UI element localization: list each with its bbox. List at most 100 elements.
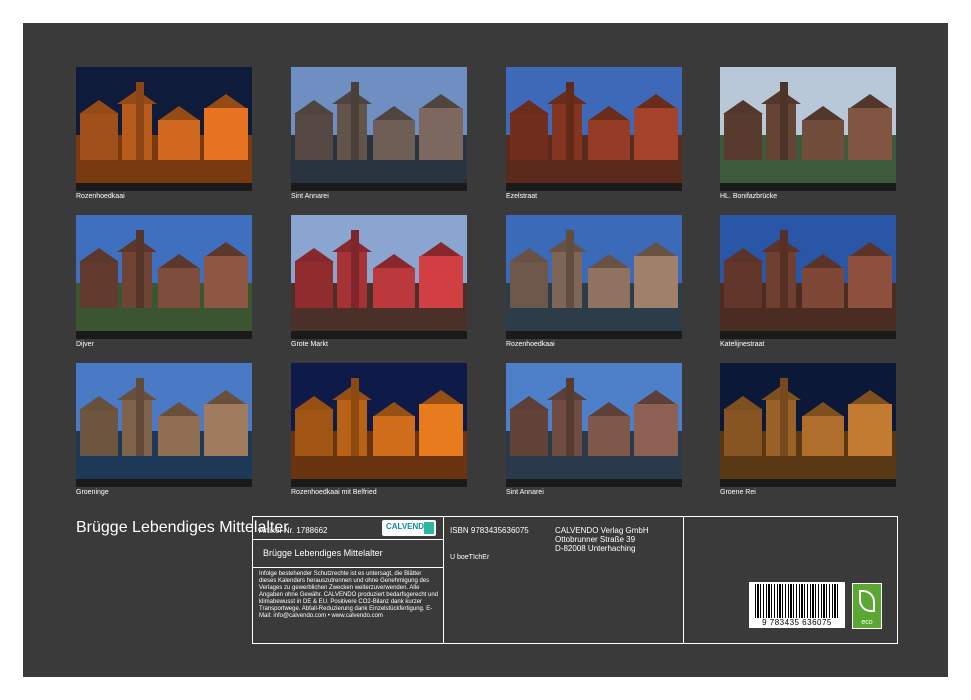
- photo-roof: [374, 254, 414, 268]
- photo-roof: [206, 242, 246, 256]
- photo-building: [295, 262, 333, 308]
- photo-roof: [636, 242, 676, 256]
- photo-caption: Rozenhoedkaai: [76, 193, 125, 200]
- photo-credit-strip: [506, 183, 682, 191]
- photo-caption: Groeninge: [76, 489, 109, 496]
- photo-building: [802, 120, 844, 160]
- photo-caption: Sint Annarei: [291, 193, 329, 200]
- photo-roof: [206, 390, 246, 404]
- photo-building: [588, 120, 630, 160]
- photo-credit-strip: [291, 479, 467, 487]
- photo-credit-strip: [76, 479, 252, 487]
- photo-building: [848, 404, 892, 456]
- photo-building: [158, 120, 200, 160]
- photo-tower: [566, 82, 574, 160]
- photo-building: [510, 262, 548, 308]
- photo-roof: [589, 254, 629, 268]
- photo-roof: [850, 390, 890, 404]
- photo-roof: [589, 106, 629, 120]
- photo-roof: [79, 100, 119, 114]
- photo-building: [158, 268, 200, 308]
- photo-tower: [136, 82, 144, 160]
- photo-credit-strip: [720, 479, 896, 487]
- photo-roof: [509, 248, 549, 262]
- photo-caption: HL. Bonifazbrücke: [720, 193, 778, 200]
- photo-building: [373, 120, 415, 160]
- photo-building: [588, 416, 630, 456]
- photo-building: [634, 404, 678, 456]
- photo-credit-strip: [291, 331, 467, 339]
- photo-roof: [421, 94, 461, 108]
- photo-tower: [566, 230, 574, 308]
- photo-building: [80, 114, 118, 160]
- photo-credit-strip: [720, 331, 896, 339]
- photo-building: [204, 256, 248, 308]
- photo-building: [510, 410, 548, 456]
- divider: [253, 567, 443, 568]
- info-box: Artikel-Nr. 1788662 CALVENDO Brügge Lebe…: [252, 516, 898, 644]
- publisher-city: D-82008 Unterhaching: [555, 544, 636, 553]
- divider: [443, 517, 444, 643]
- photo-credit-strip: [291, 183, 467, 191]
- calendar-subtitle: Brügge Lebendiges Mittelalter: [263, 548, 383, 558]
- photo-caption: Ezelstraat: [506, 193, 538, 200]
- photo-building: [724, 114, 762, 160]
- calendar-photo: [76, 363, 252, 487]
- photo-building: [295, 114, 333, 160]
- photo-building: [373, 268, 415, 308]
- isbn: ISBN 9783435636075: [450, 526, 529, 535]
- calendar-photo: [291, 215, 467, 339]
- photo-building: [802, 268, 844, 308]
- photo-roof: [589, 402, 629, 416]
- calendar-photo: [720, 215, 896, 339]
- photo-credit-strip: [506, 331, 682, 339]
- photo-roof: [803, 254, 843, 268]
- photo-roof: [159, 106, 199, 120]
- photo-roof: [636, 390, 676, 404]
- calvendo-logo: CALVENDO: [382, 520, 436, 536]
- photo-roof: [294, 248, 334, 262]
- photo-credit-strip: [506, 479, 682, 487]
- photo-roof: [723, 100, 763, 114]
- photo-roof: [509, 396, 549, 410]
- photo-building: [373, 416, 415, 456]
- photo-roof: [79, 248, 119, 262]
- photo-caption: Katelijnestraat: [720, 341, 765, 348]
- photo-roof: [294, 396, 334, 410]
- calendar-photo: [720, 363, 896, 487]
- photo-roof: [294, 100, 334, 114]
- photo-building: [80, 262, 118, 308]
- photo-roof: [803, 106, 843, 120]
- photo-roof: [723, 248, 763, 262]
- leaf-icon: [859, 590, 875, 612]
- barcode-bars: [755, 584, 839, 618]
- barcode-number: 9 783435 636075: [762, 618, 832, 627]
- photo-tower: [136, 230, 144, 308]
- photo-building: [419, 108, 463, 160]
- divider: [683, 517, 684, 643]
- photo-tower: [351, 378, 359, 456]
- photo-credit-strip: [76, 331, 252, 339]
- photo-tower: [136, 378, 144, 456]
- photo-building: [80, 410, 118, 456]
- photo-tower: [351, 82, 359, 160]
- legal-notice: Infolge bestehender Schutzrechte ist es …: [259, 571, 438, 619]
- barcode: 9 783435 636075: [749, 582, 845, 628]
- photo-caption: Grote Markt: [291, 341, 328, 348]
- photo-building: [419, 404, 463, 456]
- photo-tower: [780, 378, 788, 456]
- photo-roof: [850, 94, 890, 108]
- photo-building: [295, 410, 333, 456]
- photo-building: [588, 268, 630, 308]
- calendar-photo: [291, 363, 467, 487]
- photo-roof: [79, 396, 119, 410]
- photo-building: [848, 256, 892, 308]
- calvendo-mark-icon: [424, 522, 434, 534]
- eco-label: eco: [861, 619, 873, 626]
- photo-tower: [566, 378, 574, 456]
- photo-roof: [421, 242, 461, 256]
- calendar-photo: [720, 67, 896, 191]
- photo-building: [204, 108, 248, 160]
- article-number: Artikel-Nr. 1788662: [259, 526, 328, 535]
- author: U boeTIchEr: [450, 554, 490, 561]
